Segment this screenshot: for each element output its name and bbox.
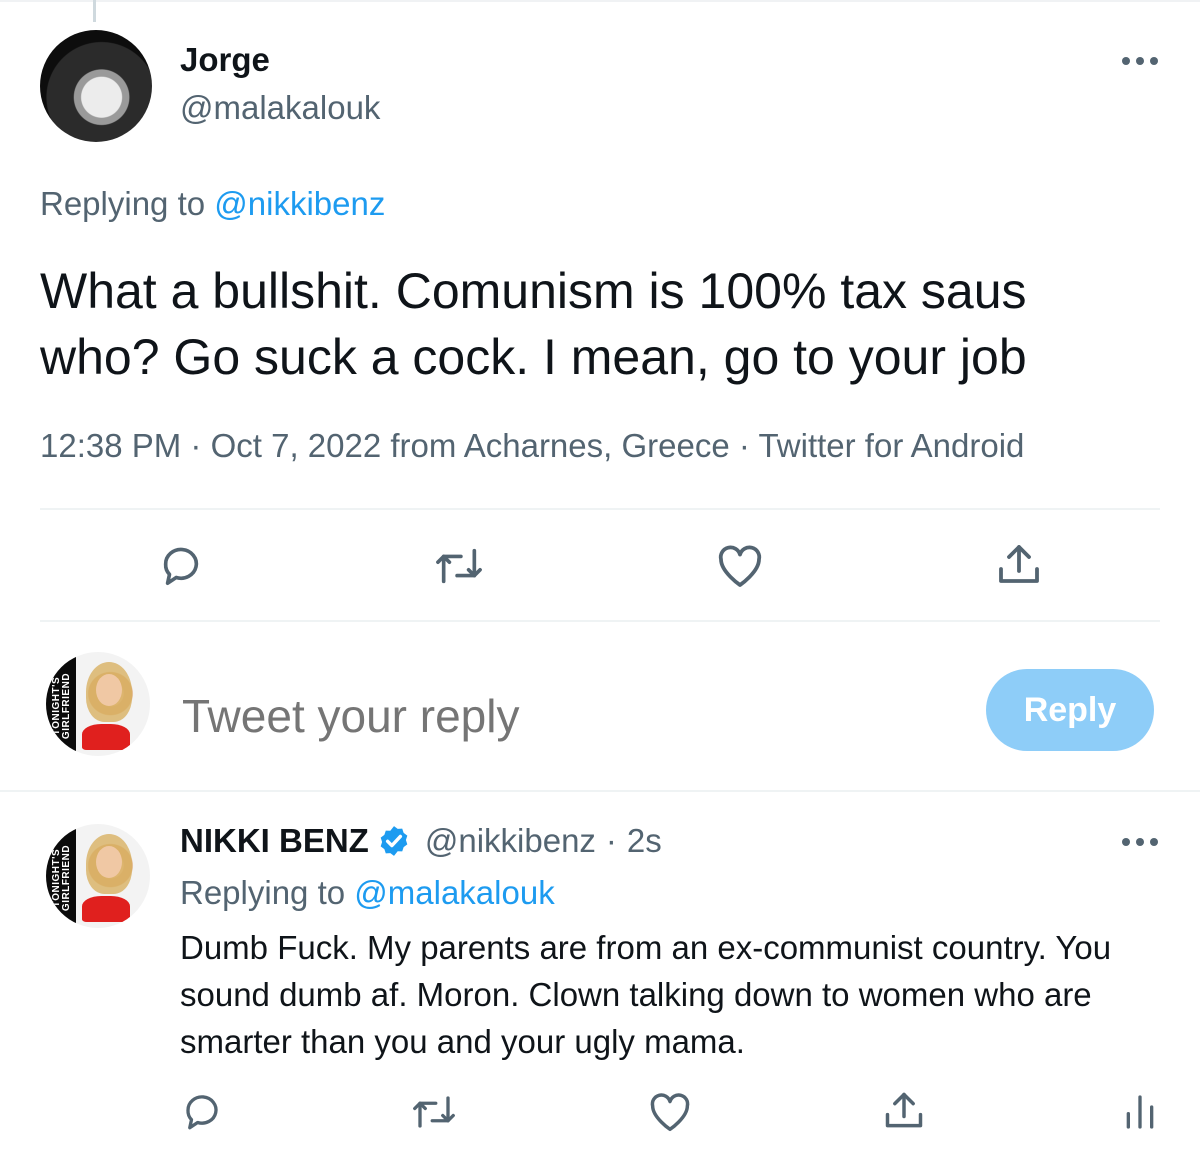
more-options-icon[interactable] — [1122, 56, 1158, 66]
divider — [0, 790, 1200, 792]
author-handle[interactable]: @malakalouk — [180, 89, 380, 127]
tweet-date[interactable]: Oct 7, 2022 — [211, 427, 382, 464]
retweet-icon[interactable] — [411, 1091, 457, 1133]
tweet-text-line: What a bullshit. Comunism is 100% tax sa… — [40, 263, 1027, 319]
divider — [40, 620, 1160, 622]
replying-handle-link[interactable]: @malakalouk — [354, 874, 554, 911]
tweet-time[interactable]: 12:38 PM — [40, 427, 181, 464]
replying-handle-link[interactable]: @nikkibenz — [214, 185, 385, 222]
tweet-source[interactable]: Twitter for Android — [758, 427, 1024, 464]
reply-header: NIKKI BENZ @nikkibenz · 2s — [180, 822, 662, 860]
reply-replying-to: Replying to @malakalouk — [180, 874, 555, 912]
replying-prefix: Replying to — [180, 874, 346, 911]
avatar-caption: TONIGHT'S GIRLFRIEND — [51, 844, 72, 912]
share-icon[interactable] — [995, 541, 1043, 589]
reply-text-line: sound dumb af. Moron. Clown talking down… — [180, 976, 1092, 1013]
avatar-caption: TONIGHT'S GIRLFRIEND — [51, 672, 72, 740]
more-options-icon[interactable] — [1122, 837, 1158, 847]
reply-text: Dumb Fuck. My parents are from an ex-com… — [180, 924, 1111, 1065]
divider — [40, 508, 1160, 510]
meta-separator: · — [738, 427, 750, 464]
analytics-icon[interactable] — [1120, 1092, 1160, 1132]
tweet-text-line: who? Go suck a cock. I mean, go to your … — [40, 329, 1027, 385]
like-icon[interactable] — [716, 543, 764, 589]
reply-button[interactable]: Reply — [986, 669, 1154, 751]
reply-text-line: Dumb Fuck. My parents are from an ex-com… — [180, 929, 1112, 966]
author-name[interactable]: Jorge — [180, 41, 270, 79]
like-icon[interactable] — [648, 1091, 692, 1133]
user-avatar[interactable]: TONIGHT'S GIRLFRIEND — [46, 652, 150, 756]
author-avatar[interactable] — [40, 30, 152, 142]
thread-connector-line — [93, 0, 96, 22]
tweet-location[interactable]: from Acharnes, Greece — [390, 427, 729, 464]
replying-prefix: Replying to — [40, 185, 206, 222]
reply-author-avatar[interactable]: TONIGHT'S GIRLFRIEND — [46, 824, 150, 928]
reply-input[interactable] — [180, 680, 944, 752]
reply-author-handle[interactable]: @nikkibenz — [425, 822, 596, 860]
tweet-meta: 12:38 PM · Oct 7, 2022 from Acharnes, Gr… — [40, 427, 1024, 465]
verified-badge-icon — [377, 824, 411, 858]
replying-to: Replying to @nikkibenz — [40, 185, 385, 223]
reply-icon[interactable] — [158, 543, 204, 589]
top-divider — [0, 0, 1200, 2]
reply-icon[interactable] — [181, 1091, 223, 1133]
meta-separator: · — [190, 427, 202, 464]
meta-separator: · — [605, 822, 617, 859]
reply-author-name[interactable]: NIKKI BENZ — [180, 822, 369, 860]
share-icon[interactable] — [882, 1089, 926, 1133]
reply-text-line: smarter than you and your ugly mama. — [180, 1023, 745, 1060]
tweet-text: What a bullshit. Comunism is 100% tax sa… — [40, 258, 1027, 390]
retweet-icon[interactable] — [434, 543, 484, 589]
reply-timestamp[interactable]: 2s — [627, 822, 662, 860]
